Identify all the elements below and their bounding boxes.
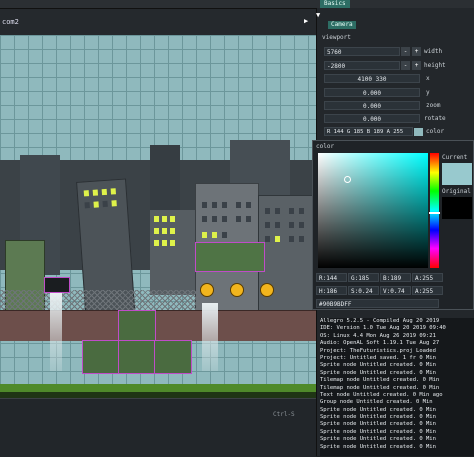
log-line: Sprite node Untitled created. 0 Min: [320, 362, 436, 369]
log-line: Text node Untitled created. 0 Min ago: [320, 391, 443, 398]
current-color-swatch: [442, 163, 472, 185]
hue-marker[interactable]: [429, 212, 440, 214]
building: [150, 210, 196, 295]
log-line: Tilemap node Untitled created. 0 Min: [320, 384, 440, 391]
viewport-header: [0, 9, 316, 35]
current-label: Current: [442, 154, 468, 161]
log-line: IDE: Version 1.0 Tue Aug 20 2019 09:40: [320, 325, 446, 332]
lamp-icon: [230, 283, 244, 297]
light-beam: [50, 293, 62, 371]
console-area[interactable]: [0, 398, 316, 457]
rotate-field[interactable]: 0.000: [324, 114, 420, 123]
tab-basics[interactable]: Basics: [320, 0, 350, 8]
decrement-button[interactable]: -: [401, 47, 410, 56]
width-label: width: [424, 48, 443, 55]
log-line: Sprite node Untitled created. 0 Min: [320, 428, 436, 435]
play-arrow-icon[interactable]: ▶: [304, 17, 308, 25]
picker-title: color: [316, 143, 335, 150]
blue-field[interactable]: B:189: [380, 273, 411, 282]
log-line: OS: Linux 4.4 Mon Aug 26 2019 09:21: [320, 332, 436, 339]
log-line: Audio: OpenAL Soft 1.19.1 Tue Aug 27: [320, 340, 440, 347]
decrement-button[interactable]: -: [401, 61, 410, 70]
color-field[interactable]: R 144 G 185 B 189 A 255: [324, 127, 413, 136]
log-line: Project: Untitled saved. 1 fr 0 Min: [320, 354, 436, 361]
y-label: y: [426, 89, 430, 96]
light-beam: [202, 303, 218, 371]
lamp-icon: [260, 283, 274, 297]
original-color-swatch[interactable]: [442, 197, 472, 219]
hue-field[interactable]: H:186: [316, 286, 347, 295]
zoom-field[interactable]: 0.000: [324, 101, 420, 110]
x-field[interactable]: 4100 330: [324, 74, 420, 83]
log-line: Sprite node Untitled created. 0 Min: [320, 443, 436, 450]
street-lamp[interactable]: [44, 277, 70, 293]
log-line: Sprite node Untitled created. 0 Min: [320, 414, 436, 421]
alpha-field[interactable]: A:255: [412, 273, 443, 282]
crate[interactable]: [82, 340, 120, 374]
saturation-value-area[interactable]: [318, 153, 428, 268]
value-field[interactable]: V:0.74: [380, 286, 411, 295]
brick-wall: [0, 310, 316, 341]
increment-button[interactable]: +: [412, 47, 421, 56]
crate[interactable]: [118, 310, 156, 342]
height-field[interactable]: -2800: [324, 61, 400, 70]
section-title: viewport: [322, 34, 351, 41]
red-field[interactable]: R:144: [316, 273, 347, 282]
original-label: Original: [442, 188, 471, 195]
log-line: Tilemap node Untitled created. 0 Min: [320, 377, 440, 384]
lamp-icon: [200, 283, 214, 297]
log-line: Group node Untitled created. 0 Min: [320, 399, 433, 406]
building: [258, 195, 316, 327]
hex-field[interactable]: #90B9BDFF: [316, 299, 439, 308]
width-field[interactable]: 5760: [324, 47, 400, 56]
zoom-label: zoom: [426, 102, 441, 109]
color-label: color: [426, 128, 445, 135]
log-line: Sprite node Untitled created. 0 Min: [320, 369, 436, 376]
scene-viewport[interactable]: [0, 35, 316, 393]
rotate-label: rotate: [424, 115, 446, 122]
height-label: height: [424, 62, 446, 69]
log-line: Allegro 5.2.5 - Compiled Aug 20 2019: [320, 318, 440, 324]
y-field[interactable]: 0.000: [324, 88, 420, 97]
picker-cursor[interactable]: [344, 176, 351, 183]
collapse-arrow-icon[interactable]: ▼: [316, 11, 320, 19]
log-output[interactable]: Allegro 5.2.5 - Compiled Aug 20 2019 IDE…: [320, 318, 474, 456]
x-label: x: [426, 75, 430, 82]
camera-button[interactable]: Camera: [328, 21, 356, 29]
increment-button[interactable]: +: [412, 61, 421, 70]
crate[interactable]: [118, 340, 156, 374]
scene-tab[interactable]: com2: [2, 18, 19, 26]
selected-crate[interactable]: [195, 242, 265, 272]
color-swatch[interactable]: [414, 128, 423, 136]
hue-slider[interactable]: [430, 153, 439, 268]
log-line: Sprite node Untitled created. 0 Min: [320, 421, 436, 428]
saturation-field[interactable]: S:0.24: [348, 286, 379, 295]
green-field[interactable]: G:185: [348, 273, 379, 282]
log-line: Sprite node Untitled created. 0 Min: [320, 436, 436, 443]
log-line: Sprite node Untitled created. 0 Min: [320, 406, 436, 413]
crate[interactable]: [154, 340, 192, 374]
fence: [0, 290, 200, 312]
alpha-field-hsv[interactable]: A:255: [412, 286, 443, 295]
shortcut-label: Ctrl-S: [273, 411, 295, 418]
log-line: Project: TheFuturistics.proj Loaded: [320, 347, 436, 354]
